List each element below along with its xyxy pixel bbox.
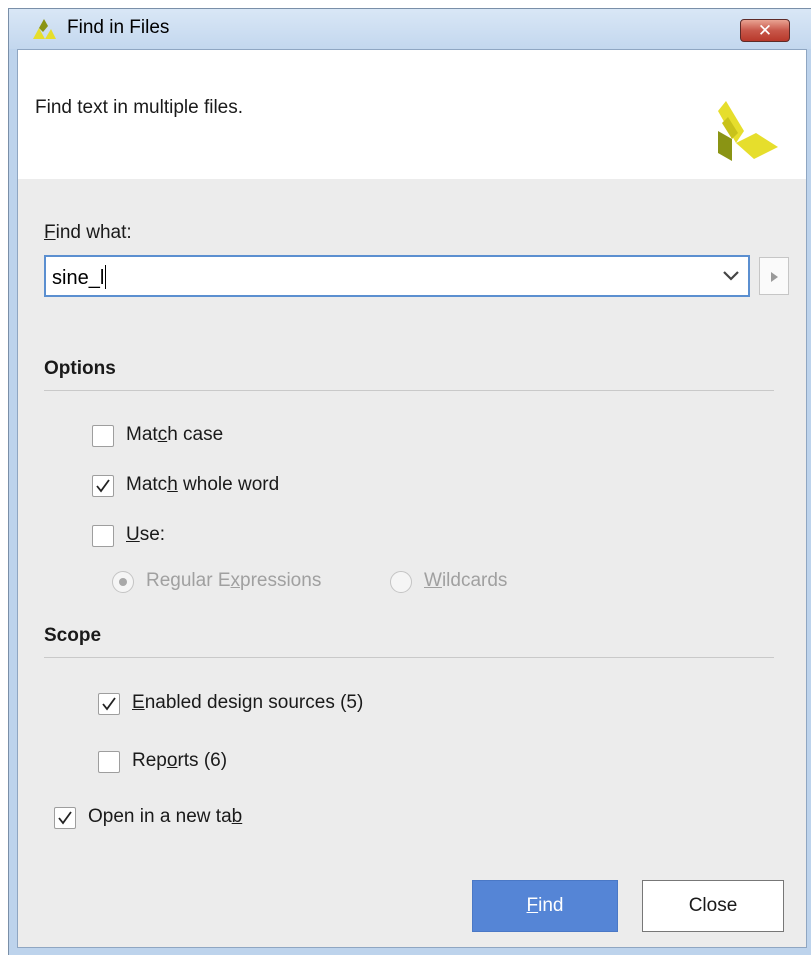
- enabled-design-sources-label[interactable]: Enabled design sources (5): [132, 692, 363, 714]
- vivado-logo-icon: [718, 101, 778, 161]
- match-whole-word-label[interactable]: Match whole word: [126, 474, 279, 496]
- match-whole-word-checkbox[interactable]: [92, 475, 114, 497]
- checkmark-icon: [96, 479, 110, 493]
- find-in-files-dialog: Find in Files ✕ Find text in multiple fi…: [8, 8, 811, 955]
- match-case-label[interactable]: Match case: [126, 424, 223, 446]
- scope-divider: [44, 657, 774, 658]
- match-case-checkbox[interactable]: [92, 425, 114, 447]
- reports-label[interactable]: Reports (6): [132, 750, 227, 772]
- find-what-label: Find what:: [44, 222, 132, 243]
- chevron-down-icon[interactable]: [722, 270, 740, 282]
- play-triangle-icon: [771, 272, 778, 282]
- window-title: Find in Files: [67, 17, 170, 38]
- dialog-description: Find text in multiple files.: [35, 97, 244, 118]
- find-what-combobox[interactable]: sine_l: [44, 255, 750, 297]
- use-checkbox[interactable]: [92, 525, 114, 547]
- history-menu-button[interactable]: [759, 257, 789, 295]
- regular-expressions-radio[interactable]: [112, 571, 134, 593]
- wildcards-label[interactable]: Wildcards: [424, 570, 507, 592]
- find-what-input[interactable]: sine_l: [52, 265, 107, 290]
- use-label[interactable]: Use:: [126, 524, 165, 546]
- open-in-new-tab-label[interactable]: Open in a new tab: [88, 806, 242, 828]
- dialog-body: Find what: sine_l Options Match case Mat…: [18, 185, 806, 947]
- checkmark-icon: [58, 811, 72, 825]
- title-bar[interactable]: Find in Files ✕: [9, 9, 811, 49]
- regular-expressions-label[interactable]: Regular Expressions: [146, 570, 321, 592]
- options-section-title: Options: [44, 358, 116, 379]
- scope-section-title: Scope: [44, 625, 102, 646]
- find-button[interactable]: Find: [472, 880, 618, 932]
- window-close-button[interactable]: ✕: [740, 19, 790, 42]
- options-divider: [44, 390, 774, 391]
- dialog-client-area: Find text in multiple files. Find what: …: [17, 49, 807, 948]
- checkmark-icon: [102, 697, 116, 711]
- reports-checkbox[interactable]: [98, 751, 120, 773]
- wildcards-radio[interactable]: [390, 571, 412, 593]
- vivado-logo-icon: [33, 19, 56, 39]
- close-button[interactable]: Close: [642, 880, 784, 932]
- enabled-design-sources-checkbox[interactable]: [98, 693, 120, 715]
- open-in-new-tab-checkbox[interactable]: [54, 807, 76, 829]
- close-icon: ✕: [757, 21, 773, 40]
- dialog-header: Find text in multiple files.: [18, 50, 806, 185]
